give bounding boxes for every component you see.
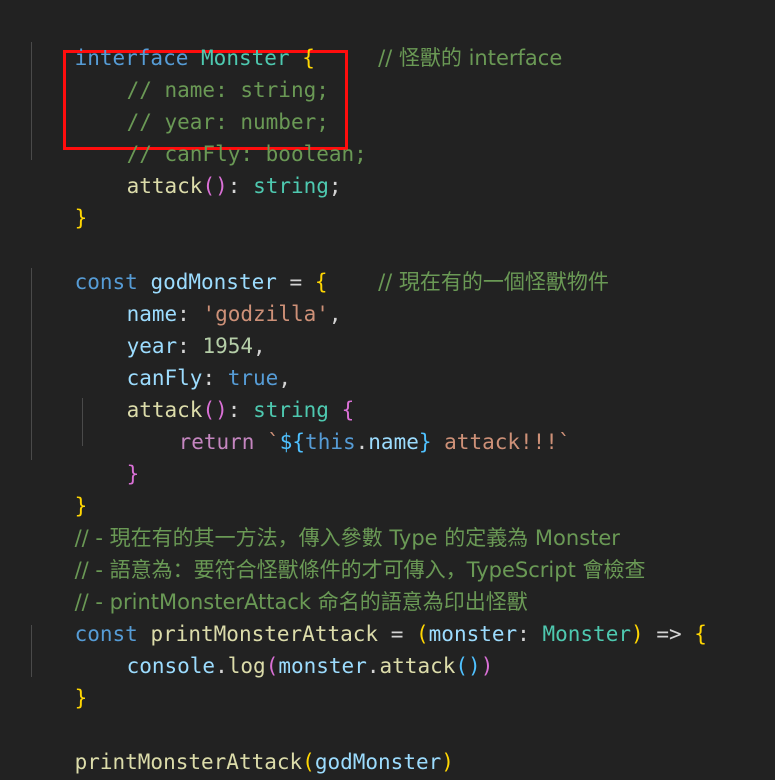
code-line-10[interactable]: year: 1954,: [0, 298, 775, 358]
code-line-6[interactable]: }: [0, 170, 775, 230]
code-line-5[interactable]: attack(): string;: [0, 138, 775, 198]
code-line-16[interactable]: // - 現在有的其一方法，傳入參數 Type 的定義為 Monster: [0, 490, 775, 550]
argument-godmonster: godMonster: [314, 750, 442, 774]
paren-close: ): [441, 750, 454, 774]
code-line-11[interactable]: canFly: true,: [0, 330, 775, 390]
code-editor-pane[interactable]: interface Monster { // 怪獸的 interface // …: [0, 0, 775, 780]
code-line-8[interactable]: const godMonster = { // 現在有的一個怪獸物件: [0, 234, 775, 294]
code-line-17[interactable]: // - 語意為：要符合怪獸條件的才可傳入，TypeScript 會檢查: [0, 522, 775, 582]
code-line-3[interactable]: // year: number;: [0, 74, 775, 134]
paren-open: (: [302, 750, 315, 774]
code-line-21[interactable]: }: [0, 650, 775, 710]
code-line-1[interactable]: interface Monster { // 怪獸的 interface: [0, 10, 775, 70]
call-printmonsterattack: printMonsterAttack: [74, 750, 303, 774]
code-line-23[interactable]: printMonsterAttack(godMonster): [0, 714, 775, 774]
code-line-20[interactable]: console.log(monster.attack()): [0, 618, 775, 678]
code-line-15[interactable]: }: [0, 458, 775, 518]
code-line-22-blank: [0, 682, 775, 714]
code-line-18[interactable]: // - printMonsterAttack 命名的語意為印出怪獸: [0, 554, 775, 614]
code-line-7-blank: [0, 202, 775, 234]
code-line-9[interactable]: name: 'godzilla',: [0, 266, 775, 326]
code-line-13[interactable]: return `${this.name} attack!!!`: [0, 394, 775, 454]
code-line-2[interactable]: // name: string;: [0, 42, 775, 102]
code-line-14[interactable]: }: [0, 426, 775, 486]
code-line-4[interactable]: // canFly: boolean;: [0, 106, 775, 166]
code-line-19[interactable]: const printMonsterAttack = (monster: Mon…: [0, 586, 775, 646]
code-line-12[interactable]: attack(): string {: [0, 362, 775, 422]
